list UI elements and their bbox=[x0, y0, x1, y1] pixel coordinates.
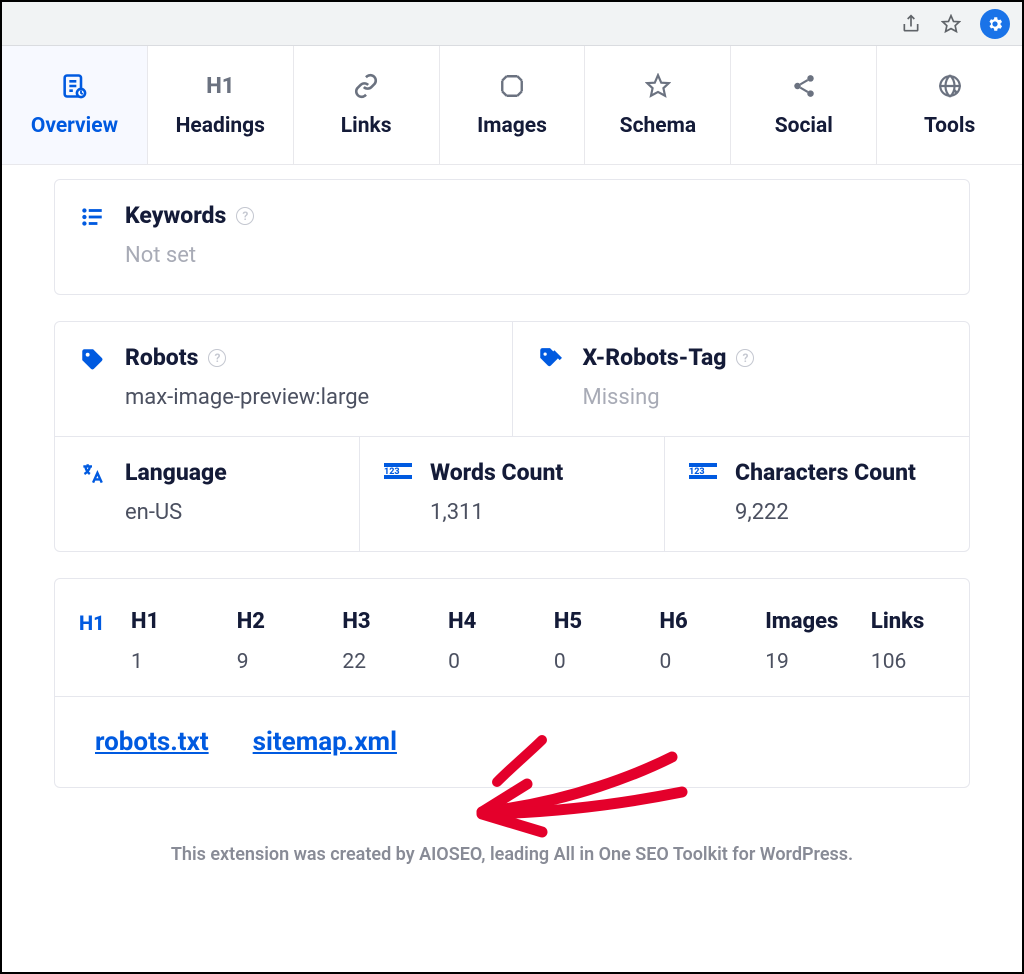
keywords-card: Keywords ? Not set bbox=[54, 179, 970, 295]
social-icon bbox=[790, 72, 818, 100]
tab-images[interactable]: Images bbox=[440, 46, 586, 164]
schema-icon bbox=[644, 72, 672, 100]
counts-card: H1 H1 1 H2 9 H3 22 H4 0 bbox=[54, 578, 970, 788]
svg-text:123: 123 bbox=[689, 467, 705, 477]
tab-label: Schema bbox=[620, 114, 696, 138]
overview-icon bbox=[60, 72, 88, 100]
count-h2: H2 9 bbox=[237, 609, 311, 674]
tab-bar: Overview H1 Headings Links Images Schema… bbox=[2, 46, 1022, 165]
keywords-title: Keywords bbox=[125, 202, 226, 229]
meta-card: Robots ? max-image-preview:large X-Robot… bbox=[54, 321, 970, 552]
words-title: Words Count bbox=[430, 459, 563, 486]
words-value: 1,311 bbox=[430, 500, 640, 525]
count-h4: H4 0 bbox=[448, 609, 522, 674]
star-icon[interactable] bbox=[940, 13, 962, 35]
keywords-icon bbox=[79, 204, 107, 232]
tab-label: Links bbox=[341, 114, 392, 138]
language-value: en-US bbox=[125, 500, 335, 525]
image-icon bbox=[498, 72, 526, 100]
count-links: Links 106 bbox=[871, 609, 945, 674]
count-h6: H6 0 bbox=[660, 609, 734, 674]
robots-title: Robots bbox=[125, 344, 198, 371]
tab-label: Tools bbox=[924, 114, 975, 138]
chars-icon: 123 bbox=[689, 461, 717, 489]
help-icon[interactable]: ? bbox=[236, 207, 254, 225]
quick-links: robots.txt sitemap.xml bbox=[55, 697, 969, 787]
tab-schema[interactable]: Schema bbox=[585, 46, 731, 164]
chars-value: 9,222 bbox=[735, 500, 945, 525]
share-icon[interactable] bbox=[900, 13, 922, 35]
tab-overview[interactable]: Overview bbox=[2, 46, 148, 164]
count-h3: H3 22 bbox=[342, 609, 416, 674]
tab-social[interactable]: Social bbox=[731, 46, 877, 164]
sitemap-xml-link[interactable]: sitemap.xml bbox=[253, 727, 397, 757]
tab-headings[interactable]: H1 Headings bbox=[148, 46, 294, 164]
tab-links[interactable]: Links bbox=[294, 46, 440, 164]
tab-label: Overview bbox=[31, 114, 118, 138]
count-images: Images 19 bbox=[765, 609, 839, 674]
count-h5: H5 0 bbox=[554, 609, 628, 674]
extension-gear-icon[interactable] bbox=[980, 9, 1010, 39]
browser-toolbar bbox=[2, 2, 1022, 46]
tags-icon bbox=[537, 346, 565, 374]
chars-title: Characters Count bbox=[735, 459, 916, 486]
headings-icon: H1 bbox=[206, 72, 234, 100]
link-icon bbox=[352, 72, 380, 100]
robots-txt-link[interactable]: robots.txt bbox=[95, 727, 209, 757]
robots-value: max-image-preview:large bbox=[125, 385, 488, 410]
xrobots-value: Missing bbox=[583, 385, 946, 410]
language-icon bbox=[79, 461, 107, 489]
tab-tools[interactable]: Tools bbox=[877, 46, 1022, 164]
tab-label: Headings bbox=[176, 114, 265, 138]
language-title: Language bbox=[125, 459, 227, 486]
tag-icon bbox=[79, 346, 107, 374]
help-icon[interactable]: ? bbox=[736, 349, 754, 367]
xrobots-title: X-Robots-Tag bbox=[583, 344, 727, 371]
tab-label: Images bbox=[477, 114, 547, 138]
tab-label: Social bbox=[775, 114, 833, 138]
help-icon[interactable]: ? bbox=[208, 349, 226, 367]
count-h1: H1 1 bbox=[131, 609, 205, 674]
keywords-value: Not set bbox=[125, 243, 945, 268]
footer-text: This extension was created by AIOSEO, le… bbox=[54, 814, 970, 895]
content-area: Keywords ? Not set Robots ? ma bbox=[2, 165, 1022, 895]
svg-text:123: 123 bbox=[384, 467, 400, 477]
tools-icon bbox=[936, 72, 964, 100]
heading-icon: H1 bbox=[79, 611, 109, 635]
words-icon: 123 bbox=[384, 461, 412, 489]
